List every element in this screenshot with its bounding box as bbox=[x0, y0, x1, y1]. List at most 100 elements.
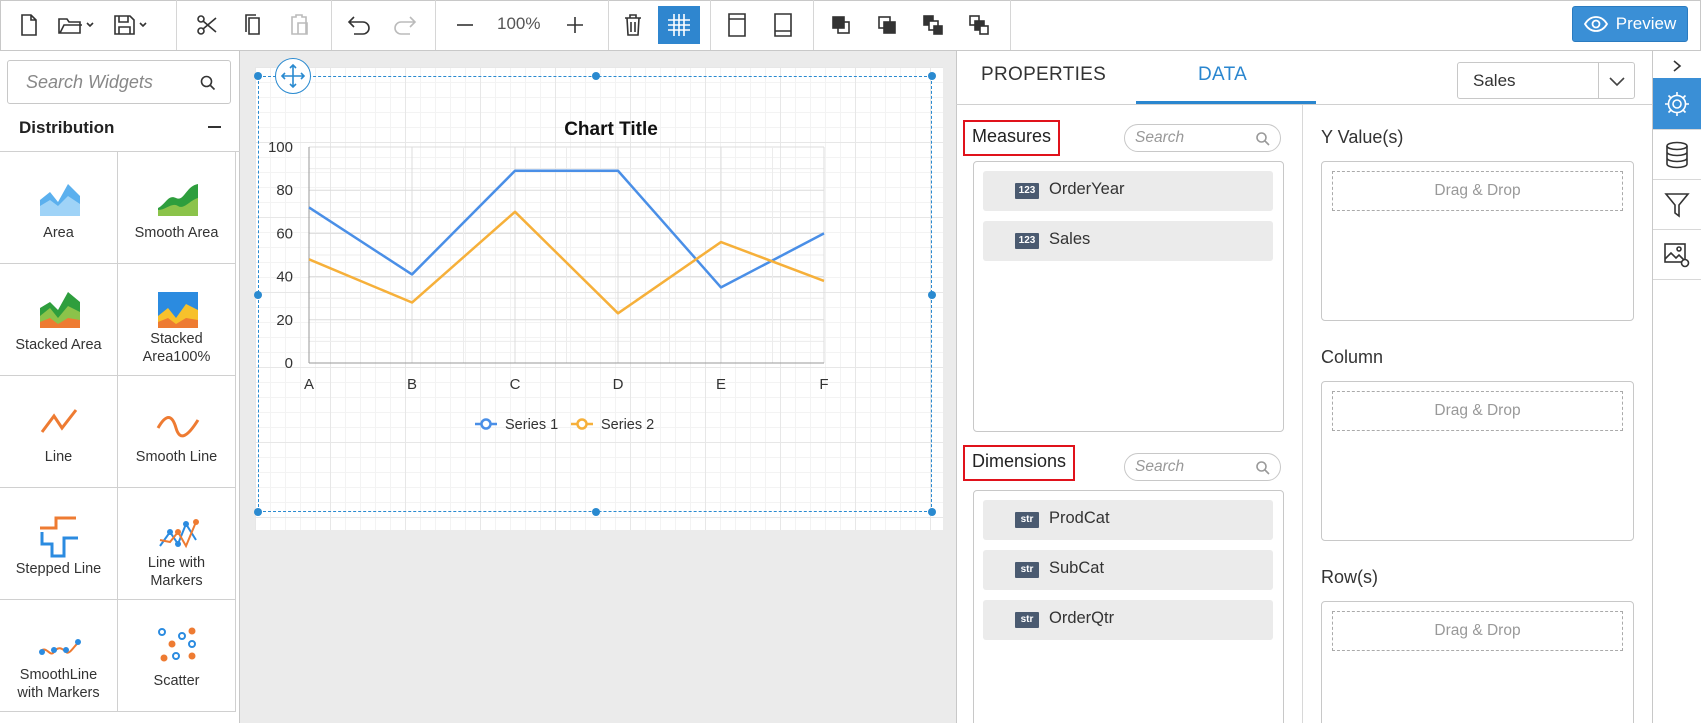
y-tick-label: 0 bbox=[285, 355, 293, 372]
field-name: OrderYear bbox=[1049, 180, 1125, 198]
open-folder-icon[interactable] bbox=[52, 6, 100, 44]
resize-handle[interactable] bbox=[928, 291, 936, 299]
widget-stacked-area[interactable]: Stacked Area bbox=[0, 264, 118, 376]
widget-label: Line bbox=[44, 449, 73, 465]
widget-area[interactable]: Area bbox=[0, 152, 118, 264]
widget-stepped-line[interactable]: Stepped Line bbox=[0, 488, 118, 600]
stepped-line-chart-icon bbox=[40, 516, 78, 558]
settings-icon[interactable] bbox=[1653, 78, 1701, 130]
chevron-down-icon bbox=[1598, 63, 1634, 98]
resize-handle[interactable] bbox=[928, 72, 936, 80]
widget-label: Stepped Line bbox=[15, 561, 102, 577]
resize-handle[interactable] bbox=[928, 508, 936, 516]
smooth-line-markers-chart-icon bbox=[39, 639, 81, 655]
widget-label: Area bbox=[43, 225, 74, 241]
widget-smooth-line-markers[interactable]: SmoothLine with Markers bbox=[0, 600, 118, 712]
panel-divider bbox=[1302, 105, 1303, 723]
drop-zone[interactable]: Drag & Drop bbox=[1332, 391, 1623, 431]
widget-label: Line with Markers bbox=[147, 555, 206, 589]
copy-icon[interactable] bbox=[234, 6, 272, 44]
preview-button[interactable]: Preview bbox=[1572, 6, 1688, 42]
numeric-type-icon: 123 bbox=[1015, 183, 1039, 199]
dimension-item[interactable]: str ProdCat bbox=[983, 500, 1273, 540]
send-to-back-icon[interactable] bbox=[960, 6, 998, 44]
preview-label: Preview bbox=[1615, 14, 1677, 33]
y-tick-label: 80 bbox=[276, 182, 293, 199]
string-type-icon: str bbox=[1015, 562, 1039, 578]
measures-search-input[interactable]: Search bbox=[1124, 124, 1281, 152]
collapse-icon[interactable] bbox=[208, 126, 221, 128]
dimensions-search-input[interactable]: Search bbox=[1124, 453, 1281, 481]
column-drop-area[interactable]: Drag & Drop bbox=[1321, 381, 1634, 541]
rows-drop-area[interactable]: Drag & Drop bbox=[1321, 601, 1634, 723]
image-settings-icon[interactable] bbox=[1653, 230, 1701, 280]
widget-label: Scatter bbox=[153, 673, 200, 689]
string-type-icon: str bbox=[1015, 512, 1039, 528]
search-placeholder: Search bbox=[1135, 458, 1185, 475]
line-chart[interactable]: Chart Title 0 20 40 60 80 100 A B C D E F Series 1… bbox=[259, 77, 929, 509]
x-tick-label: E bbox=[716, 376, 726, 393]
column-heading: Column bbox=[1321, 347, 1384, 367]
string-type-icon: str bbox=[1015, 612, 1039, 628]
x-tick-label: B bbox=[407, 376, 417, 393]
x-tick-label: F bbox=[819, 376, 828, 393]
datasource-value: Sales bbox=[1473, 71, 1516, 90]
zoom-out-icon[interactable] bbox=[446, 6, 484, 44]
widget-search-placeholder: Search Widgets bbox=[26, 72, 153, 92]
resize-handle[interactable] bbox=[592, 508, 600, 516]
measure-item[interactable]: 123 OrderYear bbox=[983, 171, 1273, 211]
scatter-chart-icon bbox=[158, 627, 196, 662]
measure-item[interactable]: 123 Sales bbox=[983, 221, 1273, 261]
legend-label: Series 1 bbox=[505, 417, 558, 433]
legend-marker-dot bbox=[576, 418, 588, 430]
datasource-dropdown[interactable]: Sales bbox=[1457, 62, 1635, 99]
footer-icon[interactable] bbox=[764, 6, 802, 44]
paste-icon[interactable] bbox=[280, 6, 318, 44]
dimension-item[interactable]: str OrderQtr bbox=[983, 600, 1273, 640]
y-values-drop-area[interactable]: Drag & Drop bbox=[1321, 161, 1634, 321]
zoom-level[interactable]: 100% bbox=[497, 14, 540, 34]
rows-heading: Row(s) bbox=[1321, 567, 1378, 587]
drop-zone[interactable]: Drag & Drop bbox=[1332, 171, 1623, 211]
dimension-item[interactable]: str SubCat bbox=[983, 550, 1273, 590]
chart-title: Chart Title bbox=[564, 119, 658, 140]
resize-handle[interactable] bbox=[254, 508, 262, 516]
stacked-area-chart-icon bbox=[40, 292, 80, 328]
line-markers-chart-icon bbox=[159, 519, 199, 549]
undo-icon[interactable] bbox=[340, 6, 378, 44]
grid-icon[interactable] bbox=[658, 6, 700, 44]
header-icon[interactable] bbox=[718, 6, 756, 44]
widget-label: Smooth Line bbox=[135, 449, 218, 465]
y-values-heading: Y Value(s) bbox=[1321, 127, 1404, 147]
zoom-in-icon[interactable] bbox=[556, 6, 594, 44]
bring-forward-icon[interactable] bbox=[822, 6, 860, 44]
cut-icon[interactable] bbox=[188, 6, 226, 44]
widget-smooth-area[interactable]: Smooth Area bbox=[118, 152, 236, 264]
widget-scatter[interactable]: Scatter bbox=[118, 600, 236, 712]
field-name: ProdCat bbox=[1049, 509, 1110, 527]
widget-smooth-line[interactable]: Smooth Line bbox=[118, 376, 236, 488]
drop-zone[interactable]: Drag & Drop bbox=[1332, 611, 1623, 651]
delete-icon[interactable] bbox=[614, 6, 652, 44]
widget-stacked-area100[interactable]: Stacked Area100% bbox=[118, 264, 236, 376]
widget-line-markers[interactable]: Line with Markers bbox=[118, 488, 236, 600]
send-backward-icon[interactable] bbox=[914, 6, 952, 44]
search-icon bbox=[1256, 461, 1270, 475]
tab-properties[interactable]: PROPERTIES bbox=[981, 64, 1106, 86]
tab-data[interactable]: DATA bbox=[1198, 64, 1247, 86]
line-chart-icon bbox=[40, 409, 78, 433]
search-icon bbox=[1256, 132, 1270, 146]
filter-icon[interactable] bbox=[1653, 180, 1701, 230]
database-icon[interactable] bbox=[1653, 130, 1701, 180]
y-tick-label: 60 bbox=[276, 225, 293, 242]
area-chart-icon bbox=[40, 184, 80, 216]
widget-search-input[interactable]: Search Widgets bbox=[7, 60, 231, 104]
save-icon[interactable] bbox=[108, 6, 156, 44]
eye-icon bbox=[1583, 16, 1608, 32]
bring-to-front-icon[interactable] bbox=[868, 6, 906, 44]
redo-icon[interactable] bbox=[386, 6, 424, 44]
active-tab-indicator bbox=[1136, 101, 1316, 104]
widget-line[interactable]: Line bbox=[0, 376, 118, 488]
collapse-icon[interactable] bbox=[1653, 51, 1701, 81]
new-file-icon[interactable] bbox=[10, 6, 48, 44]
